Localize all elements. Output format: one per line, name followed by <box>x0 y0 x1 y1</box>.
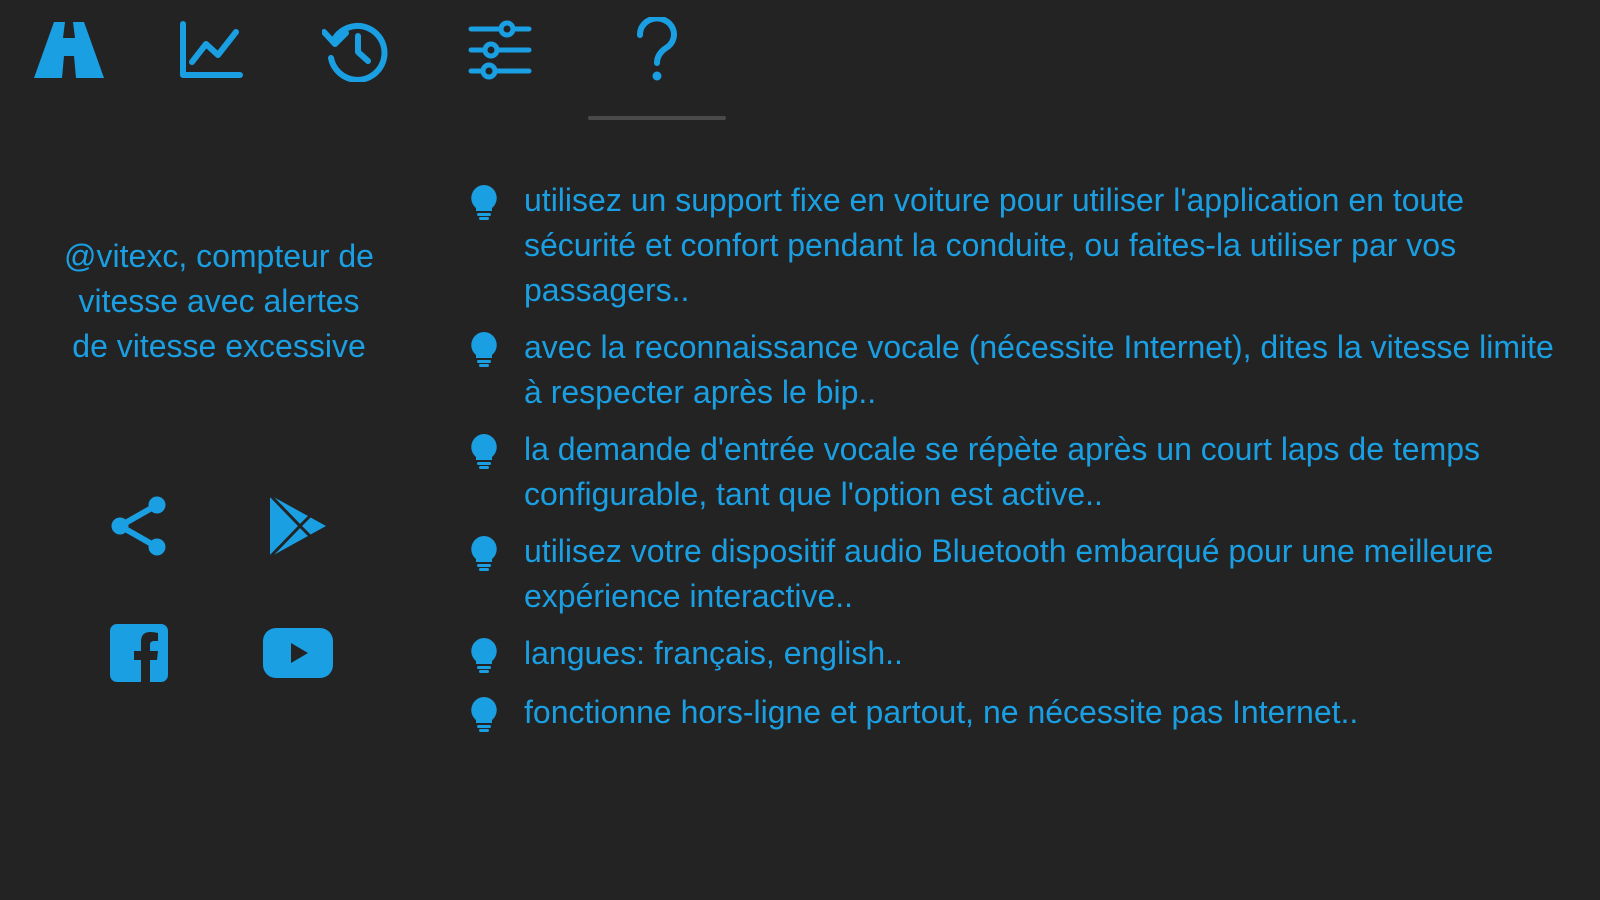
share-button[interactable] <box>99 486 179 566</box>
list-item: fonctionne hors-ligne et partout, ne néc… <box>470 690 1570 737</box>
top-tab-bar <box>0 0 1600 120</box>
tab-chart[interactable] <box>166 10 256 90</box>
line-chart-icon <box>180 21 243 78</box>
road-icon <box>34 22 104 78</box>
list-item: utilisez votre dispositif audio Bluetoot… <box>470 529 1570 619</box>
history-icon <box>322 22 388 82</box>
app-title: @vitexc, compteur de vitesse avec alerte… <box>64 238 374 364</box>
sliders-icon <box>468 20 532 80</box>
tips-list: utilisez un support fixe en voiture pour… <box>470 178 1570 749</box>
question-icon <box>636 17 677 81</box>
tip-text: fonctionne hors-ligne et partout, ne néc… <box>524 694 1359 730</box>
tip-text: langues: français, english.. <box>524 635 903 671</box>
tab-settings[interactable] <box>455 10 545 90</box>
facebook-icon <box>110 624 168 682</box>
tab-speedometer[interactable] <box>24 10 114 90</box>
facebook-button[interactable] <box>99 613 179 693</box>
lightbulb-icon <box>470 631 524 678</box>
youtube-icon <box>263 628 333 678</box>
list-item: avec la reconnaissance vocale (nécessite… <box>470 325 1570 415</box>
share-icon <box>111 496 166 556</box>
play-store-button[interactable] <box>258 486 338 566</box>
tip-text: utilisez votre dispositif audio Bluetoot… <box>524 533 1494 614</box>
tab-history[interactable] <box>311 10 401 90</box>
lightbulb-icon <box>470 178 524 225</box>
lightbulb-icon <box>470 690 524 737</box>
lightbulb-icon <box>470 325 524 372</box>
tip-text: avec la reconnaissance vocale (nécessite… <box>524 329 1554 410</box>
list-item: langues: français, english.. <box>470 631 1570 678</box>
play-store-icon <box>268 493 326 559</box>
list-item: la demande d'entrée vocale se répète apr… <box>470 427 1570 517</box>
tip-text: la demande d'entrée vocale se répète apr… <box>524 431 1481 512</box>
lightbulb-icon <box>470 427 524 474</box>
tab-help[interactable] <box>612 10 702 90</box>
lightbulb-icon <box>470 529 524 576</box>
active-tab-indicator <box>588 116 726 120</box>
list-item: utilisez un support fixe en voiture pour… <box>470 178 1570 313</box>
tip-text: utilisez un support fixe en voiture pour… <box>524 182 1464 308</box>
youtube-button[interactable] <box>258 613 338 693</box>
